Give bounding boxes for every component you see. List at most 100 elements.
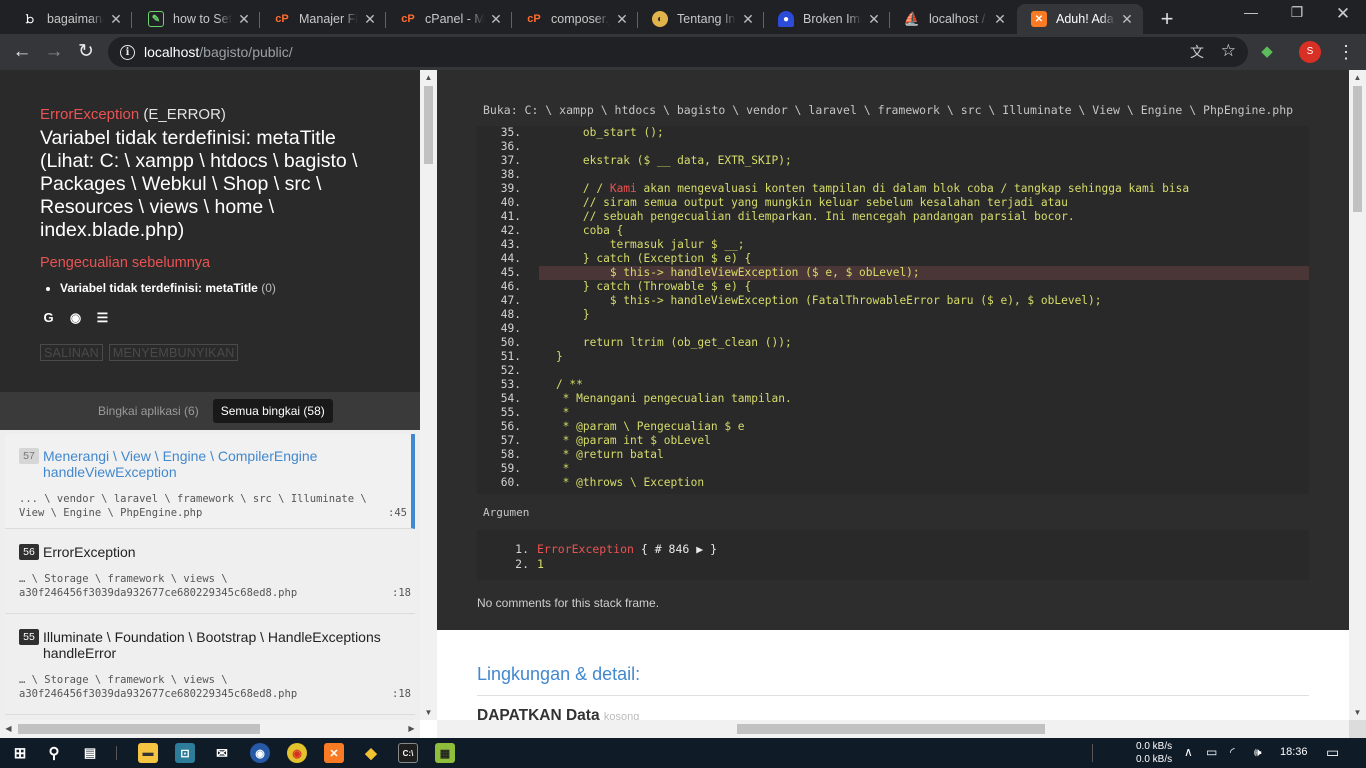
file-explorer-icon[interactable]: ▬ — [138, 743, 158, 763]
scroll-down-icon[interactable]: ▼ — [420, 708, 437, 717]
close-tab-icon[interactable]: ✕ — [1119, 11, 1135, 28]
browser-tab[interactable]: 𝚋 bagaimana ✕ — [8, 4, 132, 34]
reload-icon[interactable]: ↻ — [73, 39, 99, 65]
notepad-icon[interactable]: ▦ — [435, 743, 455, 763]
terminal-icon[interactable]: C:\ — [398, 743, 418, 763]
restore-icon[interactable]: ❐ — [1274, 4, 1320, 21]
arguments-label: Argumen — [483, 506, 530, 519]
volume-icon[interactable]: 🕪 — [1254, 745, 1262, 760]
mail-icon[interactable]: ✉ — [212, 743, 232, 763]
duckduckgo-search-icon[interactable]: ◉ — [67, 309, 84, 326]
tab-application-frames[interactable]: Bingkai aplikasi (6) — [90, 399, 207, 423]
line-number: 58. — [500, 448, 521, 461]
close-tab-icon[interactable]: ✕ — [488, 11, 504, 28]
battery-icon[interactable]: ▭ — [1206, 745, 1217, 759]
new-tab-button[interactable]: + — [1155, 6, 1179, 32]
code-line: 47. $ this-> handleViewException (FatalT… — [477, 294, 1309, 308]
task-view-icon[interactable]: ▤ — [80, 743, 100, 763]
browser-tab-active[interactable]: ✕ Aduh! Ada k ✕ — [1017, 4, 1143, 34]
code-text: * @param \ Pengecualian $ e — [529, 420, 745, 433]
argument-dump-toggle[interactable]: { # 846 ▶ } — [634, 542, 717, 556]
scroll-down-icon[interactable]: ▼ — [1349, 708, 1366, 717]
windows-start-icon[interactable]: ⊞ — [10, 743, 30, 763]
close-tab-icon[interactable]: ✕ — [866, 11, 882, 28]
menu-dots-icon[interactable]: ⋮ — [1333, 39, 1359, 65]
profile-avatar[interactable]: S — [1299, 41, 1321, 63]
chevron-up-icon[interactable]: ∧ — [1184, 745, 1193, 759]
frame-class: ErrorException — [43, 544, 136, 560]
translate-icon[interactable]: 文 — [1190, 42, 1204, 62]
forward-arrow-icon[interactable]: → — [41, 39, 67, 65]
browser-tab[interactable]: ✎ how to Setup ✕ — [134, 4, 260, 34]
code-line: 50. return ltrim (ob_get_clean ()); — [477, 336, 1309, 350]
line-number: 49. — [500, 322, 521, 335]
left-vertical-scrollbar[interactable]: ▲ ▼ — [420, 70, 437, 720]
scroll-right-icon[interactable]: ▶ — [403, 724, 420, 733]
extension-icon[interactable]: ◆ — [1254, 39, 1280, 65]
browser-tab[interactable]: cP cPanel - Ma ✕ — [386, 4, 512, 34]
close-tab-icon[interactable]: ✕ — [614, 11, 630, 28]
store-icon[interactable]: ⊡ — [175, 743, 195, 763]
code-text: * @param int $ obLevel — [529, 434, 711, 447]
browser-tab[interactable]: cP Manajer File ✕ — [260, 4, 386, 34]
scroll-left-icon[interactable]: ◀ — [0, 724, 17, 733]
stack-frame[interactable]: 57 Menerangi \ View \ Engine \ CompilerE… — [5, 434, 415, 529]
close-window-icon[interactable]: ✕ — [1320, 4, 1366, 24]
bookmark-star-icon[interactable]: ☆ — [1221, 41, 1236, 61]
divider — [477, 695, 1309, 696]
left-horizontal-scrollbar[interactable]: ◀ ▶ — [0, 720, 420, 738]
scroll-up-icon[interactable]: ▲ — [1349, 73, 1366, 82]
search-icon[interactable]: ⚲ — [44, 743, 64, 763]
right-vertical-scrollbar[interactable]: ▲ ▼ — [1349, 70, 1366, 720]
close-tab-icon[interactable]: ✕ — [236, 11, 252, 28]
previous-exceptions-list: Variabel tidak terdefinisi: metaTitle (0… — [40, 281, 380, 295]
browser-tab[interactable]: cP composer.js ✕ — [512, 4, 638, 34]
chrome-icon[interactable]: ◉ — [287, 743, 307, 763]
code-text: } — [529, 350, 563, 363]
browser-tab[interactable]: ◐ Tentang Ind ✕ — [638, 4, 764, 34]
code-line: 59. * — [477, 462, 1309, 476]
code-line: 60. * @throws \ Exception — [477, 476, 1309, 490]
network-upload-speed: 0.0 kB/s — [1136, 741, 1173, 752]
wifi-icon[interactable]: ◜ — [1230, 745, 1235, 759]
hide-button[interactable]: MENYEMBUNYIKAN — [108, 344, 239, 361]
address-bar[interactable]: i localhost/bagisto/public/ 文 ☆ — [108, 37, 1248, 67]
xampp-icon: ✕ — [1031, 11, 1047, 27]
stackoverflow-search-icon[interactable]: ☰ — [94, 309, 111, 326]
code-text: // sebuah pengecualian dilemparkan. Ini … — [529, 210, 1075, 223]
clock[interactable]: 18:36 — [1280, 746, 1308, 758]
code-text: } catch (Throwable $ e) { — [529, 280, 752, 293]
line-number: 35. — [500, 126, 521, 139]
right-horizontal-scrollbar[interactable] — [437, 720, 1349, 738]
close-tab-icon[interactable]: ✕ — [740, 11, 756, 28]
browser-tab[interactable]: ⛵ localhost / ✕ — [890, 4, 1016, 34]
copy-button[interactable]: SALINAN — [40, 344, 103, 361]
notifications-icon[interactable]: ▭ — [1326, 744, 1339, 761]
frame-comments: No comments for this stack frame. — [477, 596, 660, 610]
stack-frame[interactable]: 56 ErrorException … \ Storage \ framewor… — [5, 530, 415, 614]
tab-all-frames[interactable]: Semua bingkai (58) — [212, 399, 333, 423]
app-icon[interactable]: ◉ — [250, 743, 270, 763]
line-number: 36. — [500, 140, 521, 153]
right-panel: Buka: C: \ xampp \ htdocs \ bagisto \ ve… — [437, 70, 1349, 738]
frame-file: … \ Storage \ framework \ views \ a30f24… — [19, 674, 298, 700]
back-arrow-icon[interactable]: ← — [9, 39, 35, 65]
minimize-icon[interactable]: — — [1228, 4, 1274, 20]
xampp-icon[interactable]: ✕ — [324, 743, 344, 763]
close-tab-icon[interactable]: ✕ — [108, 11, 124, 28]
line-number: 46. — [500, 280, 521, 293]
browser-tab[interactable]: ● Broken Ima ✕ — [764, 4, 890, 34]
code-line: 38. — [477, 168, 1309, 182]
code-line: 55. * — [477, 406, 1309, 420]
git-icon[interactable]: ◆ — [361, 743, 381, 763]
file-path[interactable]: Buka: C: \ xampp \ htdocs \ bagisto \ ve… — [483, 103, 1293, 117]
info-icon[interactable]: i — [120, 44, 135, 60]
previous-exception-item[interactable]: Variabel tidak terdefinisi: metaTitle (0… — [60, 281, 380, 295]
close-tab-icon[interactable]: ✕ — [362, 11, 378, 28]
frame-number: 56 — [19, 544, 39, 560]
scroll-up-icon[interactable]: ▲ — [420, 73, 437, 82]
google-search-icon[interactable]: G — [40, 309, 57, 326]
stack-frame[interactable]: 55 Illuminate \ Foundation \ Bootstrap \… — [5, 615, 415, 715]
frame-number: 55 — [19, 629, 39, 645]
close-tab-icon[interactable]: ✕ — [992, 11, 1008, 28]
